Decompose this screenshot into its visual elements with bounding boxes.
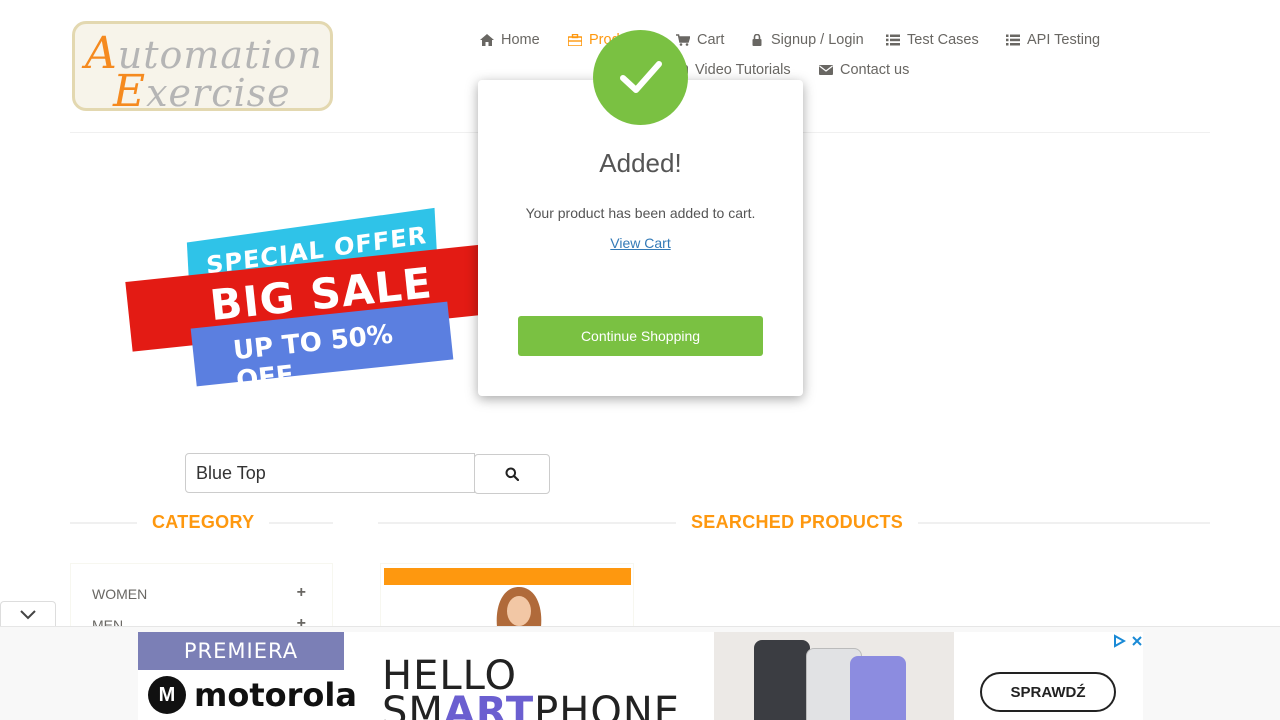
home-icon <box>480 34 494 46</box>
nav-api-testing[interactable]: API Testing <box>1006 32 1100 48</box>
modal-title: Added! <box>599 148 682 178</box>
nav-test-cases[interactable]: Test Cases <box>886 32 979 48</box>
nav-video-tutorials[interactable]: Video Tutorials <box>674 62 791 78</box>
close-icon[interactable] <box>1130 634 1144 648</box>
ad-brand-name: motorola <box>194 676 357 714</box>
nav-home[interactable]: Home <box>480 32 540 48</box>
list-icon <box>886 34 900 46</box>
searched-products-title: SEARCHED PRODUCTS <box>676 512 919 533</box>
motorola-logo-icon: M <box>148 676 186 714</box>
cart-icon <box>676 34 690 46</box>
success-check-icon <box>593 30 688 125</box>
nav-video-label: Video Tutorials <box>695 62 791 78</box>
nav-contact-label: Contact us <box>840 62 910 78</box>
modal-message: Your product has been added to cart. <box>525 205 756 221</box>
phone-purple <box>850 656 906 720</box>
continue-shopping-button[interactable]: Continue Shopping <box>518 316 763 356</box>
ad-controls <box>1112 634 1144 648</box>
added-to-cart-modal: Added! Your product has been added to ca… <box>478 80 803 396</box>
ad-cta-button[interactable]: SPRAWDŹ <box>980 672 1116 712</box>
category-women[interactable]: WOMEN <box>92 586 147 602</box>
lock-icon <box>752 34 762 46</box>
nav-contact-us[interactable]: Contact us <box>819 62 909 78</box>
ad-banner[interactable]: PREMIERA M motorola HELLO SMARTPHONE SPR… <box>0 626 1280 720</box>
ad-phones-image <box>714 632 954 720</box>
ad-brand: M motorola <box>148 676 357 714</box>
list-icon <box>1006 34 1020 46</box>
product-image <box>496 587 542 627</box>
phone-dark <box>754 640 810 720</box>
nav-signup-login[interactable]: Signup / Login <box>750 32 864 48</box>
chevron-down-icon <box>20 609 36 619</box>
nav-signup-label: Signup / Login <box>771 32 864 48</box>
ad-badge: PREMIERA <box>138 632 344 670</box>
nav-api-testing-label: API Testing <box>1027 32 1101 48</box>
search-product-input[interactable] <box>185 453 475 493</box>
category-title: CATEGORY <box>137 512 270 533</box>
adchoices-icon[interactable] <box>1112 634 1126 648</box>
nav-home-label: Home <box>501 32 540 48</box>
ad-headline: HELLO SMARTPHONE <box>382 656 681 720</box>
search-button[interactable] <box>474 454 550 494</box>
ad-content[interactable]: PREMIERA M motorola HELLO SMARTPHONE SPR… <box>138 632 1143 720</box>
site-logo[interactable]: Automation Exercise <box>72 21 333 117</box>
nav-test-cases-label: Test Cases <box>907 32 979 48</box>
logo-line-2: Exercise <box>113 66 291 117</box>
sale-banner: SPECIAL OFFER BIG SALE UP TO 50% OFF <box>125 207 491 396</box>
expand-women-icon[interactable]: + <box>297 584 306 602</box>
nav-cart[interactable]: Cart <box>676 32 724 48</box>
product-card-top-bar <box>384 568 631 585</box>
briefcase-icon <box>568 34 582 46</box>
view-cart-link[interactable]: View Cart <box>478 235 803 251</box>
nav-cart-label: Cart <box>697 32 725 48</box>
envelope-icon <box>819 65 833 75</box>
search-icon <box>505 467 519 481</box>
ad-headline-line-2: SMARTPHONE <box>382 689 681 720</box>
ad-collapse-toggle[interactable] <box>0 601 56 627</box>
